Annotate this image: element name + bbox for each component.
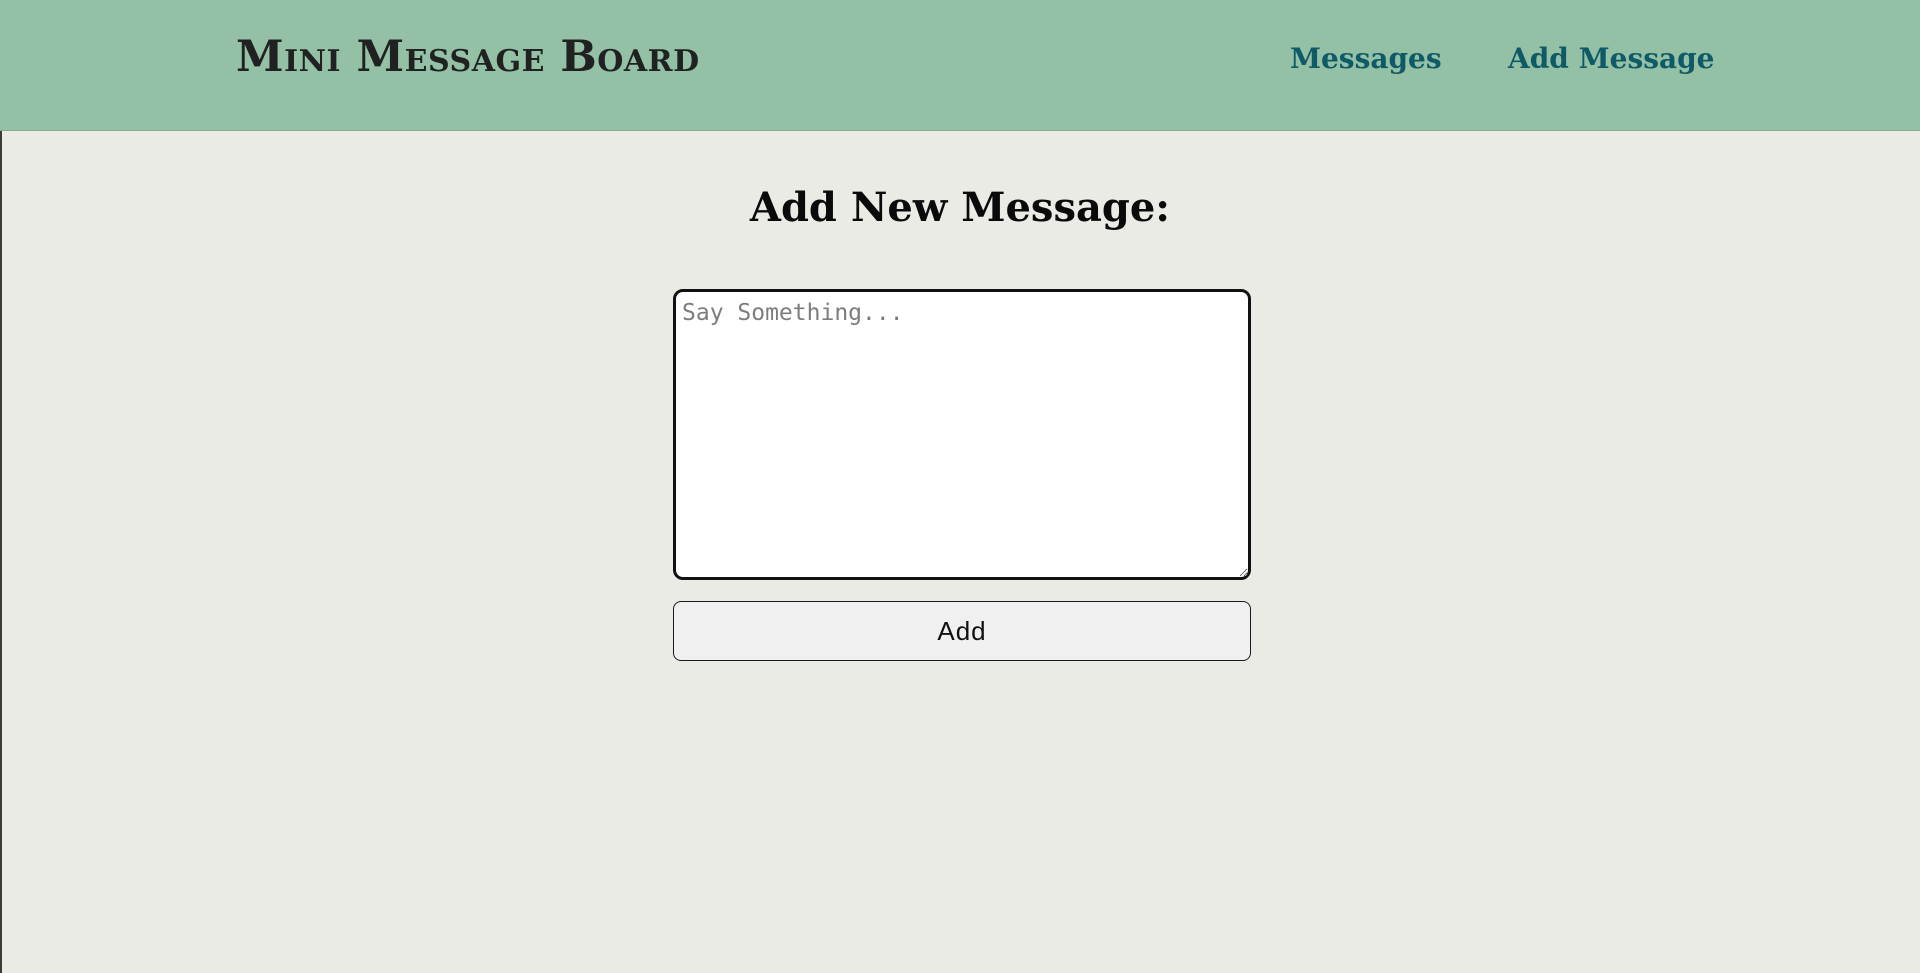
page-title: Add New Message: [749,184,1171,231]
nav-link-add-message[interactable]: Add Message [1508,42,1715,75]
message-textarea[interactable] [673,289,1251,580]
add-button[interactable]: Add [673,601,1251,661]
site-brand: Mini Message Board [236,32,700,82]
nav-link-messages[interactable]: Messages [1290,42,1442,75]
site-header: Mini Message Board Messages Add Message [0,0,1920,131]
